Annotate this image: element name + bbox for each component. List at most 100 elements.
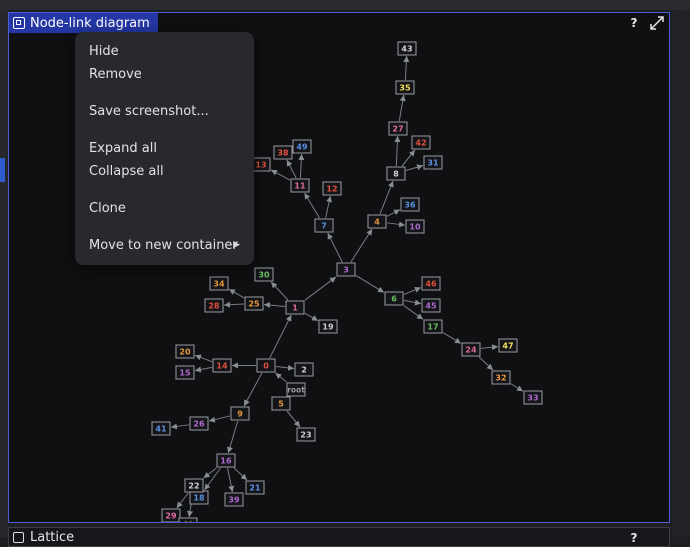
node-17[interactable]: 17: [423, 319, 443, 334]
node-21[interactable]: 21: [245, 480, 265, 495]
node-43[interactable]: 43: [397, 41, 417, 56]
node-label: 3: [343, 266, 349, 275]
node-18[interactable]: 18: [189, 490, 209, 505]
node-4[interactable]: 4: [367, 214, 387, 229]
node-10[interactable]: 10: [405, 219, 425, 234]
node-5[interactable]: 5: [271, 396, 291, 411]
menu-item-save-screenshot[interactable]: Save screenshot...: [89, 104, 209, 119]
node-16[interactable]: 16: [216, 453, 236, 468]
node-27[interactable]: 27: [388, 121, 408, 136]
node-6[interactable]: 6: [384, 291, 404, 306]
node-42[interactable]: 42: [411, 135, 431, 150]
context-menu: Hide Remove Save screenshot... Expand al…: [75, 32, 254, 265]
node-label: 21: [249, 484, 261, 493]
node-12[interactable]: 12: [322, 181, 342, 196]
node-31[interactable]: 31: [423, 155, 443, 170]
node-label: 0: [263, 362, 269, 371]
node-label: 47: [502, 342, 513, 351]
edge-1-30: [270, 281, 289, 301]
menu-item-hide[interactable]: Hide: [89, 44, 119, 59]
node-14[interactable]: 14: [212, 358, 232, 373]
menu-item-expand-all[interactable]: Expand all: [89, 141, 157, 156]
node-label: 34: [213, 280, 225, 289]
node-label: 9: [237, 410, 243, 419]
node-8[interactable]: 8: [386, 166, 406, 181]
edge-11-49: [298, 153, 305, 179]
node-36[interactable]: 36: [400, 197, 420, 212]
node-19[interactable]: 19: [318, 319, 338, 334]
node-34[interactable]: 34: [209, 276, 229, 291]
node-3[interactable]: 3: [336, 262, 356, 277]
node-35[interactable]: 35: [395, 80, 415, 95]
node-45[interactable]: 45: [421, 298, 441, 313]
node-25[interactable]: 25: [244, 296, 264, 311]
node-32[interactable]: 32: [491, 370, 511, 385]
edge-9-16: [227, 420, 239, 454]
node-label: 45: [425, 302, 437, 311]
edge-24-32: [478, 356, 494, 371]
node-30[interactable]: 30: [254, 267, 274, 282]
node-28[interactable]: 28: [204, 298, 224, 313]
node-29[interactable]: 29: [161, 508, 181, 522]
node-label: 32: [495, 374, 506, 383]
node-13[interactable]: 13: [251, 157, 271, 172]
node-40[interactable]: 40: [178, 517, 198, 522]
node-2[interactable]: 2: [294, 362, 314, 377]
node-39[interactable]: 39: [224, 492, 244, 507]
node-11[interactable]: 11: [290, 178, 310, 193]
node-label: 24: [465, 346, 477, 355]
node-46[interactable]: 46: [421, 276, 441, 291]
edge-14-15: [194, 366, 213, 373]
edge-8-42: [401, 149, 416, 167]
menu-item-clone[interactable]: Clone: [89, 201, 126, 216]
node-7[interactable]: 7: [314, 218, 334, 233]
node-label: 4: [374, 218, 380, 227]
edge-6-17: [403, 305, 424, 320]
menu-item-remove[interactable]: Remove: [89, 67, 142, 82]
lattice-container-icon: [13, 532, 24, 543]
edge-7-11: [304, 192, 320, 219]
edge-root-0: [275, 372, 287, 383]
node-label: 36: [404, 201, 416, 210]
node-23[interactable]: 23: [296, 427, 316, 442]
edge-8-27: [394, 135, 401, 167]
node-1[interactable]: 1: [285, 300, 305, 315]
node-22[interactable]: 22: [184, 478, 204, 493]
node-label: 39: [228, 496, 240, 505]
node-33[interactable]: 33: [523, 390, 543, 405]
node-9[interactable]: 9: [230, 406, 250, 421]
node-49[interactable]: 49: [292, 139, 312, 154]
edge-11-38: [286, 159, 297, 179]
edge-17-24: [442, 332, 462, 344]
node-20[interactable]: 20: [175, 344, 195, 359]
node-label: 6: [391, 295, 397, 304]
menu-item-collapse-all[interactable]: Collapse all: [89, 164, 164, 179]
node-label: 43: [401, 45, 412, 54]
help-button[interactable]: ?: [625, 14, 643, 32]
menu-item-move-to-new-container[interactable]: Move to new container: [89, 238, 238, 253]
edge-5-23: [286, 410, 301, 428]
node-0[interactable]: 0: [256, 358, 276, 373]
edge-7-12: [325, 195, 333, 219]
edge-16-39: [227, 467, 235, 493]
node-label: 49: [296, 143, 308, 152]
node-24[interactable]: 24: [461, 342, 481, 357]
node-label: 14: [216, 362, 228, 371]
node-41[interactable]: 41: [151, 421, 171, 436]
edge-3-4: [350, 228, 373, 263]
node-label: 12: [326, 185, 337, 194]
lattice-panel-header[interactable]: Lattice: [13, 530, 74, 545]
lattice-help-button[interactable]: ?: [625, 529, 643, 547]
node-47[interactable]: 47: [498, 338, 518, 353]
node-label: root: [287, 386, 305, 395]
node-root[interactable]: root: [286, 382, 306, 397]
panel-header[interactable]: Node-link diagram: [9, 13, 158, 33]
edge-26-41: [170, 423, 190, 430]
node-15[interactable]: 15: [175, 365, 195, 380]
edge-9-26: [208, 415, 231, 423]
edge-25-28: [223, 301, 245, 308]
expand-button[interactable]: [648, 14, 666, 32]
node-38[interactable]: 38: [273, 145, 293, 160]
node-label: 13: [255, 161, 266, 170]
node-26[interactable]: 26: [189, 416, 209, 431]
